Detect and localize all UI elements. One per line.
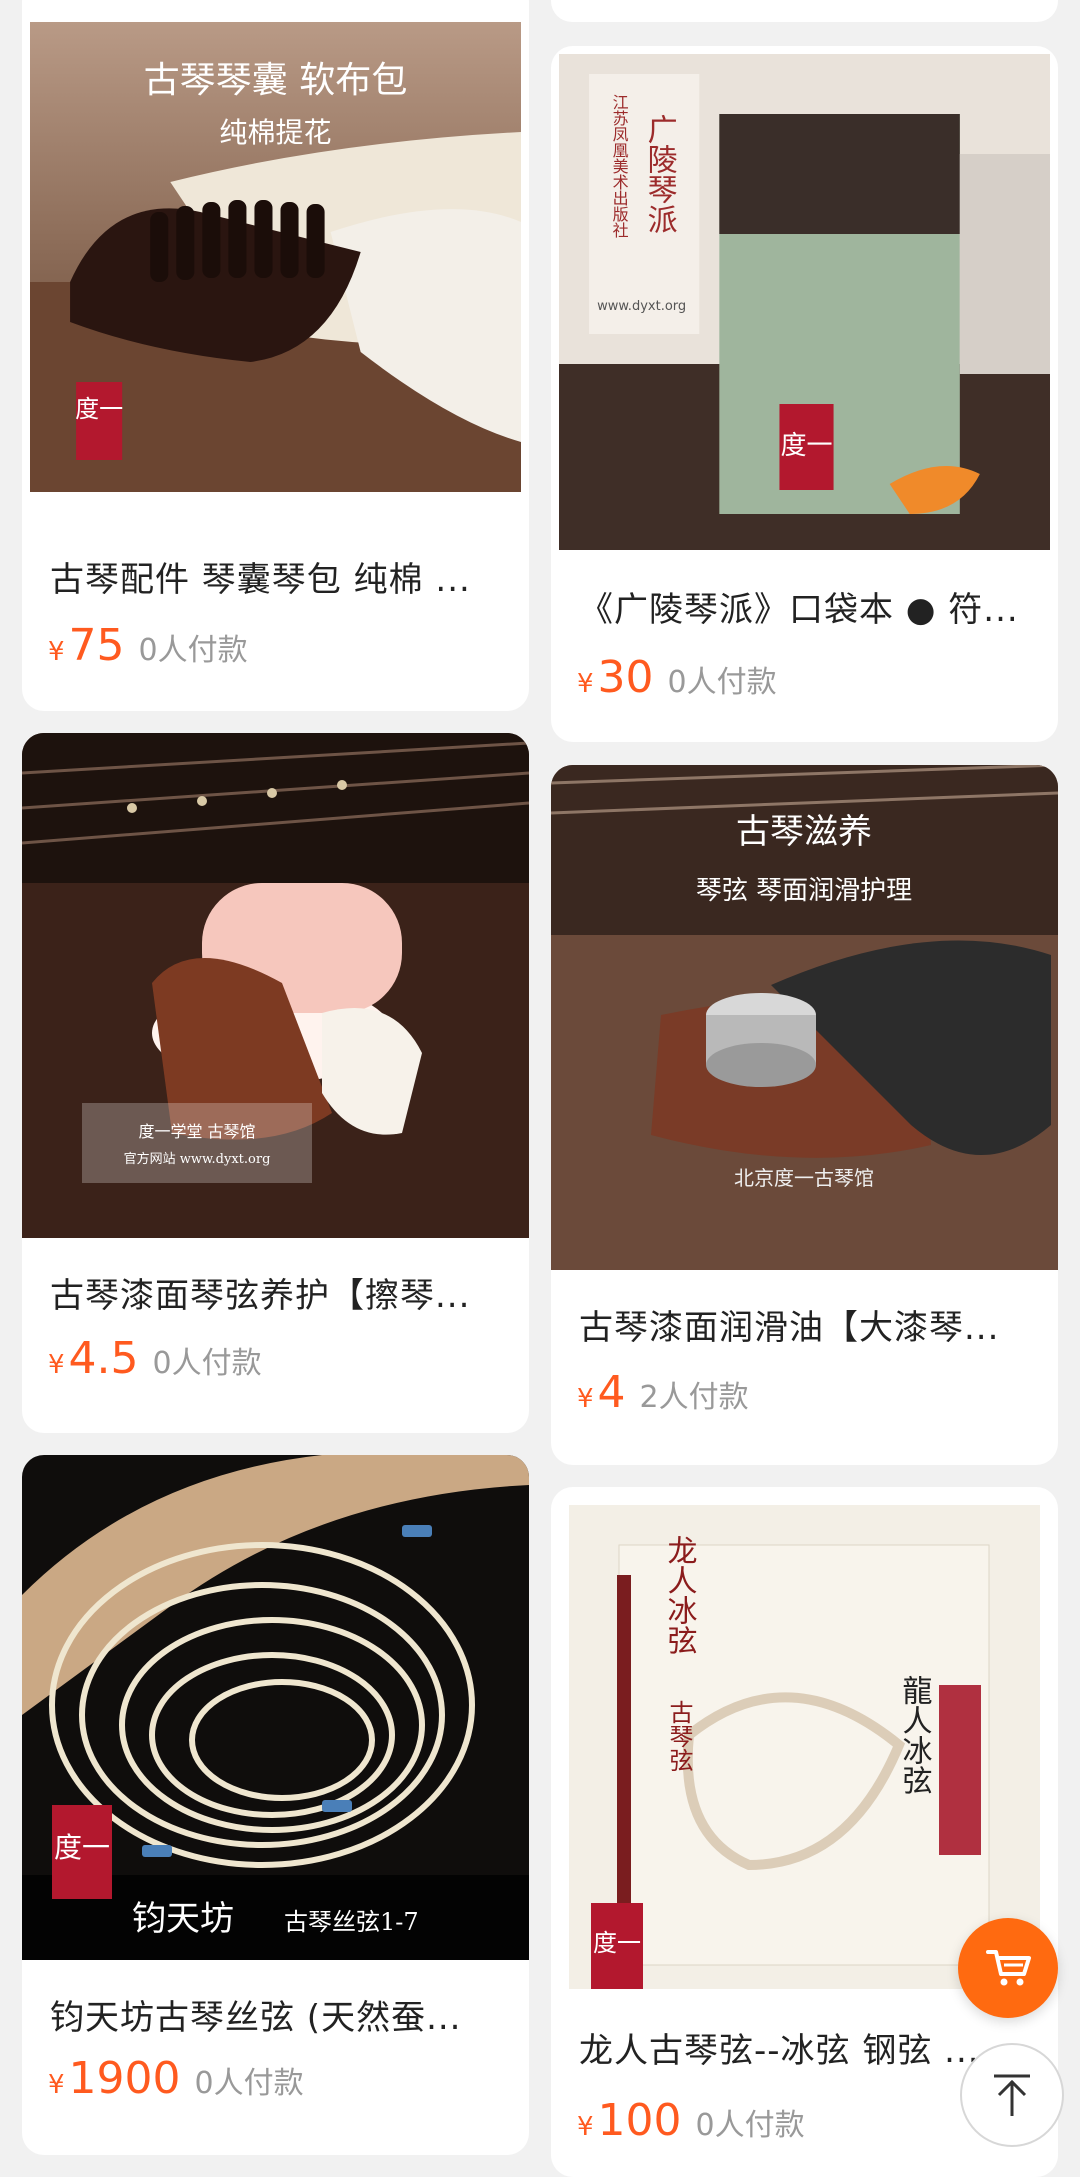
book-title: 广陵琴派 bbox=[642, 114, 677, 234]
package-subtitle: 古琴弦 bbox=[665, 1700, 693, 1772]
cart-button[interactable] bbox=[958, 1918, 1058, 2018]
currency-symbol: ¥ bbox=[577, 669, 594, 699]
seal-text: 度一 bbox=[54, 1831, 110, 1864]
image-caption: 古琴滋养 bbox=[736, 812, 872, 852]
product-title[interactable]: 《广陵琴派》口袋本 ● 符... bbox=[579, 582, 1030, 631]
paid-count: 0人付款 bbox=[138, 633, 248, 668]
product-card[interactable]: 钧天坊 古琴丝弦1-7 度一 钧天坊古琴丝弦 (天然蚕... ¥ 1900 0人… bbox=[22, 1455, 529, 2155]
seal-text: 度一 bbox=[780, 431, 832, 461]
cart-icon bbox=[986, 1950, 1031, 1986]
paid-count: 0人付款 bbox=[194, 2066, 304, 2101]
image-caption-footer: 北京度一古琴馆 bbox=[734, 1166, 874, 1190]
price-row: ¥ 100 0人付款 bbox=[577, 2095, 805, 2146]
product-card-partial[interactable] bbox=[551, 0, 1058, 22]
product-image[interactable]: 度一学堂 古琴馆 官方网站 www.dyxt.org bbox=[22, 733, 529, 1238]
currency-symbol: ¥ bbox=[48, 637, 65, 667]
paid-count: 2人付款 bbox=[639, 1380, 749, 1415]
price-row: ¥ 30 0人付款 bbox=[577, 652, 777, 703]
product-title[interactable]: 钧天坊古琴丝弦 (天然蚕... bbox=[50, 1990, 501, 2039]
publisher: 江苏凤凰美术出版社 bbox=[610, 94, 629, 238]
site-url: www.dyxt.org bbox=[597, 299, 686, 314]
paid-count: 0人付款 bbox=[152, 1346, 262, 1381]
price-row: ¥ 75 0人付款 bbox=[48, 620, 248, 671]
paid-count: 0人付款 bbox=[695, 2108, 805, 2143]
package-calligraphy: 龍人冰弦 bbox=[897, 1675, 932, 1795]
product-image[interactable]: 古琴滋养 琴弦 琴面润滑护理 北京度一古琴馆 bbox=[551, 765, 1058, 1270]
package-title: 龙人冰弦 bbox=[662, 1535, 697, 1655]
product-image[interactable]: 钧天坊 古琴丝弦1-7 度一 bbox=[22, 1455, 529, 1960]
image-caption-sub: 纯棉提花 bbox=[219, 116, 331, 149]
price-row: ¥ 4 2人付款 bbox=[577, 1367, 749, 1418]
product-title[interactable]: 龙人古琴弦--冰弦 钢弦 ... bbox=[579, 2023, 1030, 2072]
image-caption: 古琴琴囊 软布包 bbox=[144, 60, 408, 101]
product-price: 100 bbox=[597, 2095, 682, 2146]
product-image[interactable]: 龙人冰弦 古琴弦 龍人冰弦 度一 bbox=[569, 1505, 1040, 1989]
image-caption: 钧天坊 bbox=[132, 1899, 234, 1939]
product-card[interactable]: 度一学堂 古琴馆 官方网站 www.dyxt.org 古琴漆面琴弦养护【擦琴..… bbox=[22, 733, 529, 1433]
image-caption-sub: 琴弦 琴面润滑护理 bbox=[696, 876, 912, 906]
image-caption-sub: 古琴丝弦1-7 bbox=[284, 1908, 419, 1936]
currency-symbol: ¥ bbox=[577, 2112, 594, 2142]
product-card[interactable]: 度一 广陵琴派 江苏凤凰美术出版社 www.dyxt.org 《广陵琴派》口袋本… bbox=[551, 46, 1058, 742]
product-image[interactable]: 古琴琴囊 软布包 纯棉提花 度一 bbox=[30, 22, 521, 492]
product-title[interactable]: 古琴配件 琴囊琴包 纯棉 ... bbox=[50, 552, 501, 601]
product-price: 4.5 bbox=[68, 1333, 139, 1384]
product-price: 75 bbox=[68, 620, 125, 671]
price-row: ¥ 1900 0人付款 bbox=[48, 2053, 304, 2104]
seal-text: 度一 bbox=[593, 1929, 641, 1957]
product-price: 4 bbox=[597, 1367, 626, 1418]
currency-symbol: ¥ bbox=[48, 2070, 65, 2100]
seal-text: 度一 bbox=[75, 395, 123, 423]
image-caption: 度一学堂 古琴馆 bbox=[138, 1122, 255, 1141]
image-caption-sub: 官方网站 www.dyxt.org bbox=[124, 1151, 271, 1167]
product-title[interactable]: 古琴漆面琴弦养护【擦琴... bbox=[50, 1268, 501, 1317]
currency-symbol: ¥ bbox=[577, 1384, 594, 1414]
product-price: 1900 bbox=[68, 2053, 181, 2104]
currency-symbol: ¥ bbox=[48, 1350, 65, 1380]
product-card[interactable]: 古琴琴囊 软布包 纯棉提花 度一 古琴配件 琴囊琴包 纯棉 ... ¥ 75 0… bbox=[22, 0, 529, 711]
product-title[interactable]: 古琴漆面润滑油【大漆琴... bbox=[579, 1300, 1030, 1349]
paid-count: 0人付款 bbox=[667, 665, 777, 700]
product-card[interactable]: 古琴滋养 琴弦 琴面润滑护理 北京度一古琴馆 古琴漆面润滑油【大漆琴... ¥ … bbox=[551, 765, 1058, 1465]
back-to-top-icon bbox=[994, 2074, 1030, 2116]
product-image[interactable]: 度一 广陵琴派 江苏凤凰美术出版社 www.dyxt.org bbox=[559, 54, 1050, 550]
back-to-top-button[interactable] bbox=[960, 2043, 1064, 2147]
product-price: 30 bbox=[597, 652, 654, 703]
price-row: ¥ 4.5 0人付款 bbox=[48, 1333, 262, 1384]
